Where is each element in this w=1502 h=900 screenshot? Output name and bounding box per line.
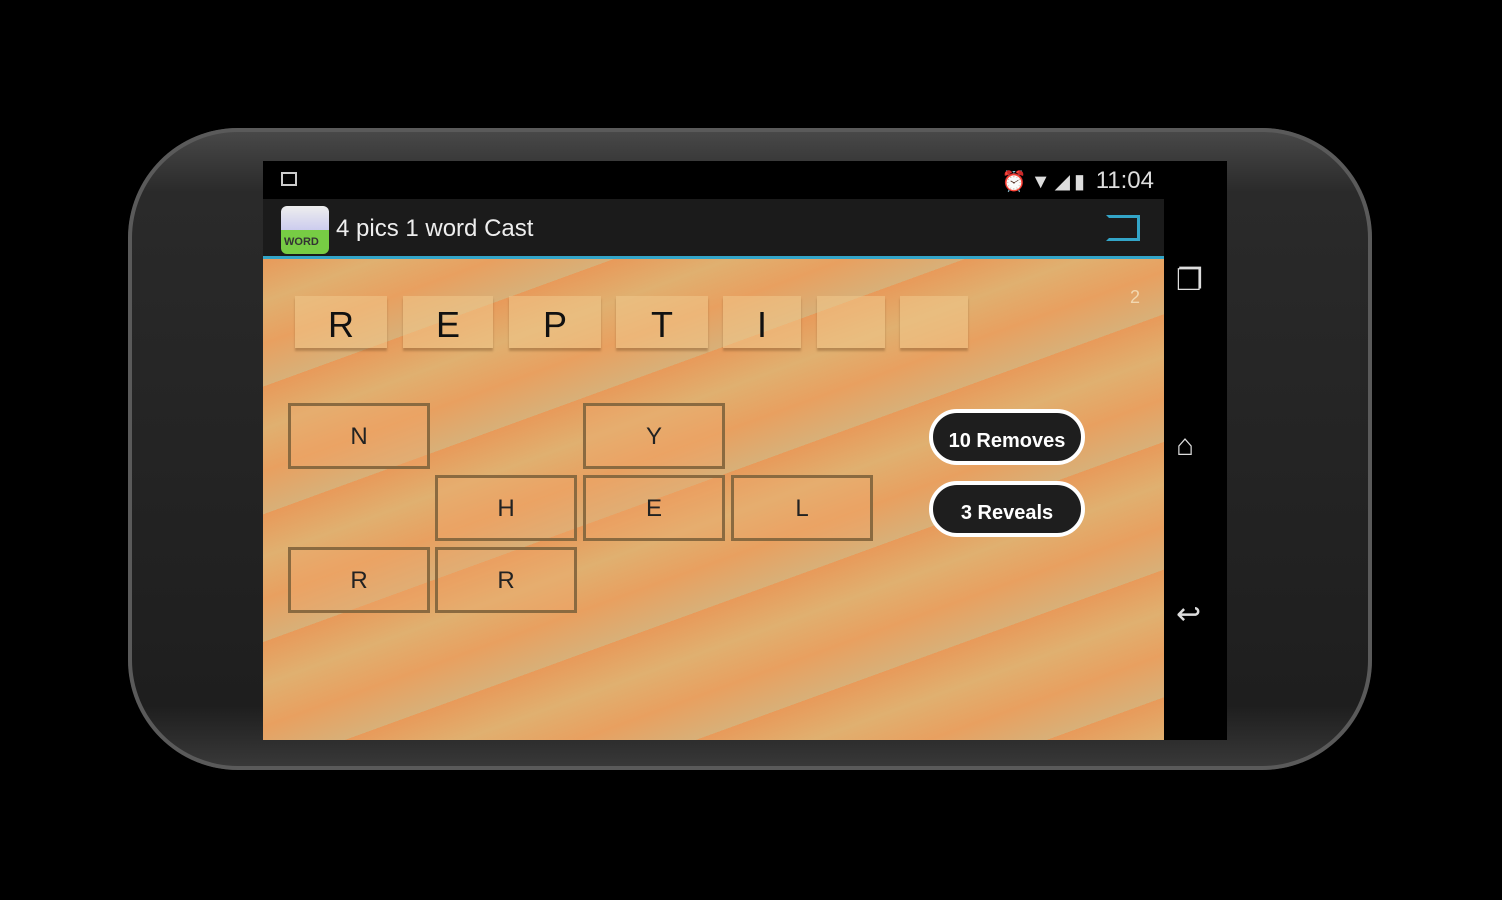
app-title: 4 pics 1 word Cast [336, 215, 534, 242]
game-area: 2 R E P T I N Y H E L R R 10 Removes 3 R… [263, 259, 1164, 740]
removes-button[interactable]: 10 Removes [929, 409, 1085, 465]
answer-slot[interactable]: T [616, 296, 708, 348]
alarm-icon: ⏰ [1001, 171, 1031, 193]
letter-tile[interactable]: L [731, 475, 873, 541]
home-icon[interactable]: ⌂ [1176, 429, 1194, 463]
signal-icon: ◢ [1054, 171, 1074, 193]
app-icon[interactable]: WORD [281, 206, 329, 254]
status-icons: ⏰▼◢▮ [1002, 169, 1089, 194]
status-bar: ⏰▼◢▮ 11:04 [263, 161, 1164, 199]
back-icon[interactable]: ↩ [1176, 597, 1201, 632]
answer-slot[interactable]: R [295, 296, 387, 348]
gallery-icon [281, 172, 297, 186]
clock: 11:04 [1095, 167, 1154, 194]
answer-slot[interactable] [900, 296, 968, 348]
letter-tile[interactable]: R [435, 547, 577, 613]
screen: ⏰▼◢▮ 11:04 WORD 4 pics 1 word Cast 2 R E… [263, 161, 1227, 740]
level-number: 2 [1129, 287, 1140, 307]
letter-tile[interactable]: Y [583, 403, 725, 469]
answer-slot[interactable]: E [403, 296, 493, 348]
nav-bar: ❐ ⌂ ↩ [1164, 161, 1227, 740]
letter-tile[interactable]: R [288, 547, 430, 613]
answer-slot[interactable]: P [509, 296, 601, 348]
letter-tile[interactable]: E [583, 475, 725, 541]
letter-tile[interactable]: N [288, 403, 430, 469]
letter-tile[interactable]: H [435, 475, 577, 541]
app-icon-text: WORD [284, 236, 319, 248]
answer-slot[interactable]: I [723, 296, 801, 348]
answer-slot[interactable] [817, 296, 885, 348]
reveals-button[interactable]: 3 Reveals [929, 481, 1085, 537]
wifi-icon: ▼ [1030, 171, 1055, 193]
cast-icon[interactable] [1106, 215, 1140, 241]
battery-icon: ▮ [1073, 171, 1089, 193]
action-bar: WORD 4 pics 1 word Cast [263, 199, 1164, 259]
recent-apps-icon[interactable]: ❐ [1176, 263, 1203, 298]
